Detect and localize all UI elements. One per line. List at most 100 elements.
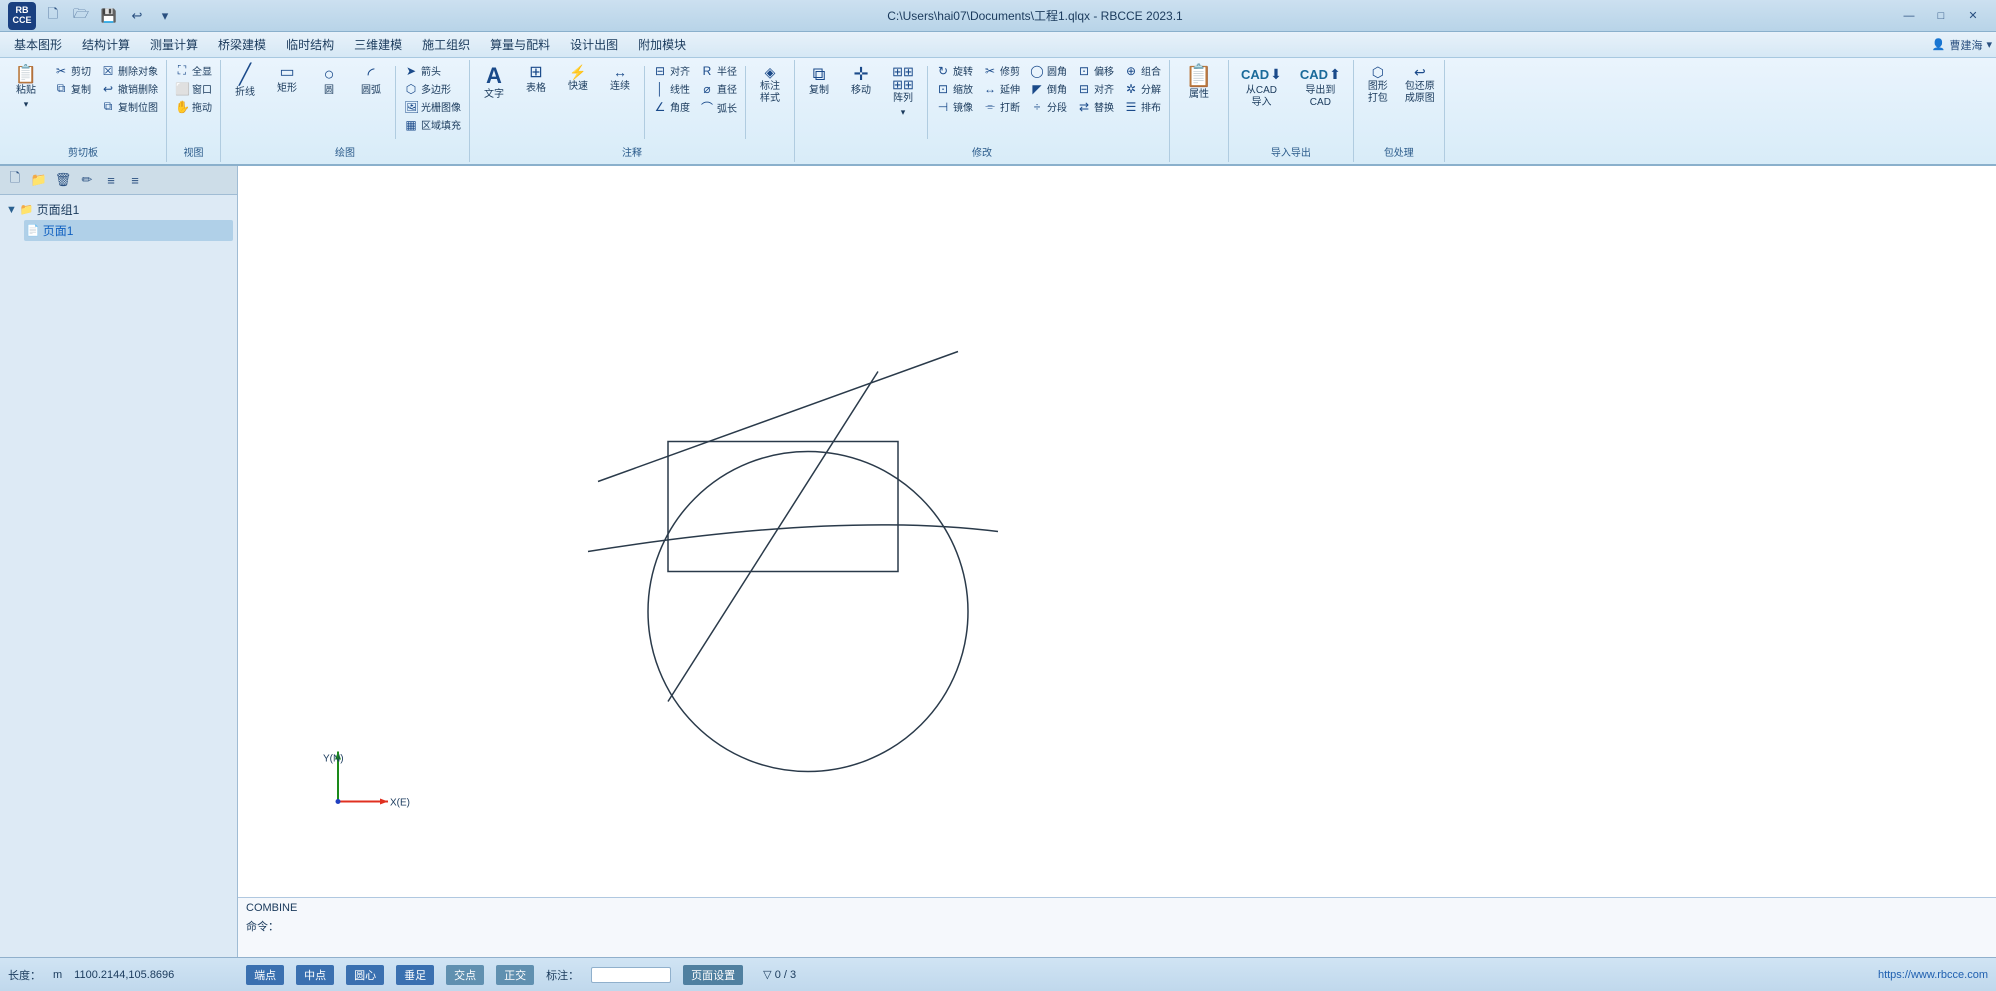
- circle-label: 圆: [324, 85, 334, 97]
- table-btn[interactable]: ⊞ 表格: [516, 62, 556, 98]
- chamfer-btn[interactable]: ◤ 倒角: [1026, 80, 1071, 97]
- mod-col5: ⊕ 组合 ✲ 分解 ☰ 排布: [1120, 62, 1165, 115]
- snap-endpoint-btn[interactable]: 端点: [246, 965, 284, 985]
- more-btn[interactable]: ▾: [154, 5, 176, 27]
- menu-bridge-model[interactable]: 桥梁建模: [208, 33, 276, 56]
- break-icon: ⌯: [983, 99, 997, 114]
- mirror-btn[interactable]: ⊣ 镜像: [932, 98, 977, 115]
- trim-btn[interactable]: ✂ 修剪: [979, 62, 1024, 79]
- panel-delete-btn[interactable]: 🗑: [52, 169, 74, 191]
- break-btn[interactable]: ⌯ 打断: [979, 98, 1024, 115]
- array-btn[interactable]: ⊞⊞⊞⊞ 阵列 ▾: [883, 62, 923, 121]
- command-area: COMBINE 命令：: [238, 897, 1996, 957]
- tree-page1-item[interactable]: 📄 页面1: [24, 220, 233, 241]
- paste-btn[interactable]: 📋 粘贴 ▾: [4, 62, 48, 113]
- panel-new-btn[interactable]: 🗋: [4, 169, 26, 191]
- snap-intersection-btn[interactable]: 交点: [446, 965, 484, 985]
- arrange-btn[interactable]: ☰ 排布: [1120, 98, 1165, 115]
- delete-obj-icon: ☒: [101, 64, 115, 78]
- arrow-btn[interactable]: ➤ 箭头: [400, 62, 465, 79]
- move-btn[interactable]: ✛ 移动: [841, 62, 881, 100]
- copy2-btn[interactable]: ⧉ 复制: [799, 62, 839, 100]
- page-settings-btn[interactable]: 页面设置: [683, 965, 743, 985]
- replace-btn[interactable]: ⇄ 替换: [1073, 98, 1118, 115]
- raster-btn[interactable]: 🖼 光栅图像: [400, 98, 465, 115]
- snap-midpoint-btn[interactable]: 中点: [296, 965, 334, 985]
- window-view-btn[interactable]: ⬜ 窗口: [171, 80, 216, 97]
- explode-btn[interactable]: ✲ 分解: [1120, 80, 1165, 97]
- fullscreen-btn[interactable]: ⛶ 全显: [171, 62, 216, 79]
- panel-rename-btn[interactable]: ✏: [76, 169, 98, 191]
- copy-bitmap-btn[interactable]: ⧉ 复制位图: [97, 98, 162, 115]
- menu-quantity[interactable]: 算量与配料: [480, 33, 560, 56]
- shapes-pack-btn[interactable]: ⬡ 图形打包: [1358, 62, 1398, 108]
- undo-delete-btn[interactable]: ↩ 撤销删除: [97, 80, 162, 97]
- continue-dim-btn[interactable]: ↔ 连续: [600, 62, 640, 96]
- export-cad-btn[interactable]: CAD ⬆ 导出到CAD: [1292, 62, 1349, 113]
- diameter-dim-btn[interactable]: ⌀ 直径: [696, 80, 741, 97]
- restore-pack-btn[interactable]: ↩ 包还原成原图: [1400, 62, 1440, 108]
- tree-root-item[interactable]: ▼ 📁 页面组1: [4, 199, 233, 220]
- rotate-btn[interactable]: ↻ 旋转: [932, 62, 977, 79]
- polyline-btn[interactable]: ╱ 折线: [225, 62, 265, 102]
- radius-dim-btn[interactable]: R 半径: [696, 62, 741, 79]
- scale-btn[interactable]: ⊡ 缩放: [932, 80, 977, 97]
- menu-temp-struct[interactable]: 临时结构: [276, 33, 344, 56]
- arc-dim-btn[interactable]: ⌒ 弧长: [696, 98, 741, 117]
- website-link[interactable]: https://www.rbcce.com: [1878, 969, 1988, 981]
- offset-btn[interactable]: ⊡ 偏移: [1073, 62, 1118, 79]
- divide-label: 分段: [1047, 99, 1067, 114]
- rect-icon: ▭: [279, 65, 294, 81]
- new-file-btn[interactable]: 🗋: [42, 5, 64, 27]
- linear-dim-btn[interactable]: │ 线性: [649, 80, 694, 97]
- drawing-canvas[interactable]: Y(N) X(E): [238, 166, 1996, 957]
- drag-btn[interactable]: ✋ 拖动: [171, 98, 216, 115]
- open-file-btn[interactable]: 🗁: [70, 5, 92, 27]
- annotation-input[interactable]: [591, 967, 671, 983]
- properties-btn[interactable]: 📋 属性: [1174, 62, 1224, 104]
- text-btn[interactable]: A 文字: [474, 62, 514, 104]
- snap-perpendicular-btn[interactable]: 垂足: [396, 965, 434, 985]
- menu-3d-model[interactable]: 三维建模: [344, 33, 412, 56]
- copy-btn[interactable]: ⧉ 复制: [50, 80, 95, 97]
- menu-measure-calc[interactable]: 测量计算: [140, 33, 208, 56]
- menu-addons[interactable]: 附加模块: [628, 33, 696, 56]
- cut-btn[interactable]: ✂ 剪切: [50, 62, 95, 79]
- fast-dim-btn[interactable]: ⚡ 快速: [558, 62, 598, 96]
- extend-btn[interactable]: ↔ 延伸: [979, 80, 1024, 97]
- window-controls: — □ ✕: [1894, 6, 1988, 26]
- close-btn[interactable]: ✕: [1958, 6, 1988, 26]
- snap-center-btn[interactable]: 圆心: [346, 965, 384, 985]
- rect-btn[interactable]: ▭ 矩形: [267, 62, 307, 98]
- area-fill-btn[interactable]: ▦ 区域填充: [400, 116, 465, 133]
- panel-align-left-btn[interactable]: ≡: [100, 169, 122, 191]
- fillet-btn[interactable]: ◯ 圆角: [1026, 62, 1071, 79]
- polygon-btn[interactable]: ⬡ 多边形: [400, 80, 465, 97]
- circle-btn[interactable]: ○ 圆: [309, 62, 349, 100]
- command-input[interactable]: [283, 920, 1988, 932]
- minimize-btn[interactable]: —: [1894, 6, 1924, 26]
- import-cad-btn[interactable]: CAD ⬇ 从CAD导入: [1233, 62, 1290, 113]
- undo-btn[interactable]: ↩: [126, 5, 148, 27]
- angle-dim-btn[interactable]: ∠ 角度: [649, 98, 694, 115]
- array-arrow: ▾: [901, 107, 906, 118]
- menu-design-output[interactable]: 设计出图: [560, 33, 628, 56]
- align3-btn[interactable]: ⊟ 对齐: [1073, 80, 1118, 97]
- menu-construction[interactable]: 施工组织: [412, 33, 480, 56]
- delete-obj-btn[interactable]: ☒ 删除对象: [97, 62, 162, 79]
- arc-btn[interactable]: ◜ 圆弧: [351, 62, 391, 100]
- panel-align-right-btn[interactable]: ≡: [124, 169, 146, 191]
- maximize-btn[interactable]: □: [1926, 6, 1956, 26]
- panel-open-btn[interactable]: 📁: [28, 169, 50, 191]
- modify-content: ⧉ 复制 ✛ 移动 ⊞⊞⊞⊞ 阵列 ▾ ↻ 旋转 ⊡ 缩放: [799, 62, 1165, 143]
- dim-style-btn[interactable]: ◈ 标注样式: [750, 62, 790, 108]
- align-dim-btn[interactable]: ⊟ 对齐: [649, 62, 694, 79]
- divide-btn[interactable]: ÷ 分段: [1026, 98, 1071, 115]
- snap-ortho-btn[interactable]: 正交: [496, 965, 534, 985]
- combine-btn[interactable]: ⊕ 组合: [1120, 62, 1165, 79]
- chamfer-icon: ◤: [1030, 82, 1044, 96]
- menu-struct-calc[interactable]: 结构计算: [72, 33, 140, 56]
- save-file-btn[interactable]: 💾: [98, 5, 120, 27]
- menu-basic-shapes[interactable]: 基本图形: [4, 33, 72, 56]
- canvas-area[interactable]: Y(N) X(E) COMBINE 命令：: [238, 166, 1996, 957]
